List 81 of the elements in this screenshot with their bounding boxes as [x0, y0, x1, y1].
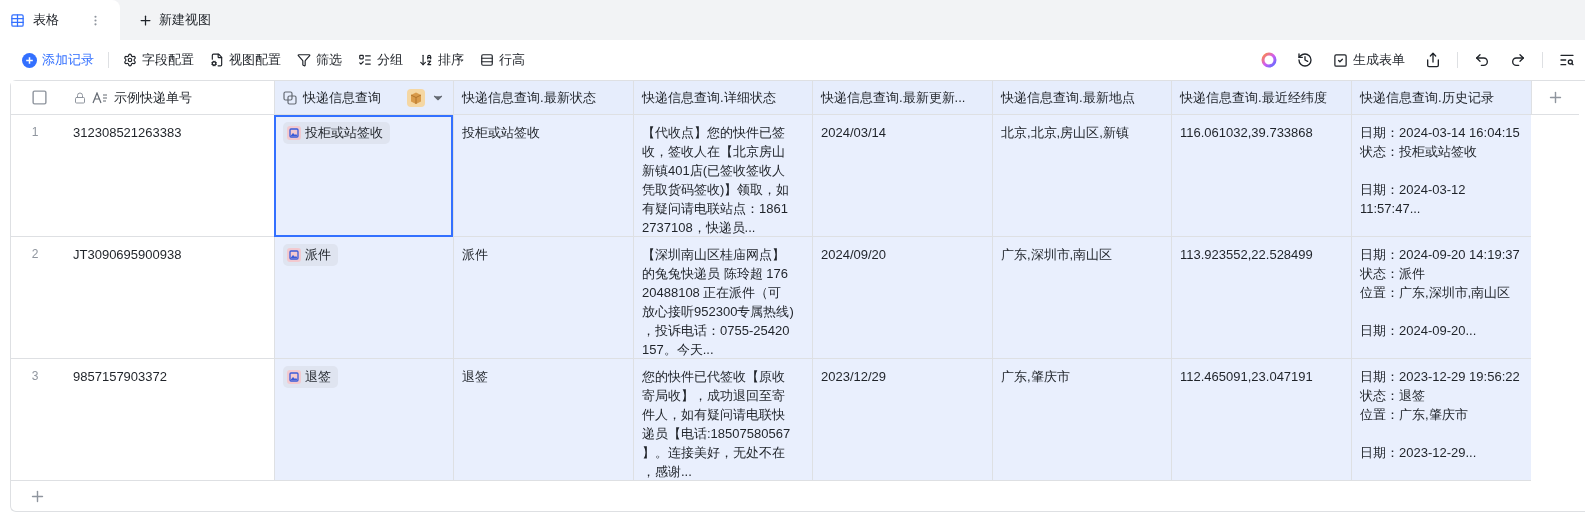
image-icon — [287, 248, 301, 262]
table-cell-text: 【代收点】您的快件已签收，签收人在【北京房山新镇401店(已签收签收人凭取货码签收)】领取，如有疑问请电联站点：18612737108，快递员... — [642, 124, 791, 236]
table-cell[interactable]: 投柜或站签收 — [274, 115, 453, 237]
column-header: 快递信息查询.最新状态 — [462, 88, 596, 107]
redo-icon — [1510, 52, 1526, 68]
column-header: 快递信息查询.最新更新... — [821, 88, 966, 107]
table-cell[interactable]: 退签 — [274, 359, 453, 481]
table-cell: 112.465091,23.047191 — [1180, 369, 1313, 384]
sort-icon — [419, 53, 433, 67]
image-icon — [287, 370, 301, 384]
table-cell: 116.061032,39.733868 — [1180, 125, 1313, 140]
add-column-icon[interactable] — [1547, 89, 1564, 106]
status-tag: 派件 — [283, 244, 338, 266]
toolbar-button[interactable]: 字段配置 — [115, 46, 202, 74]
list-icon — [358, 53, 372, 67]
toolbar-button[interactable]: 生成表单 — [1323, 46, 1415, 74]
lookup-icon — [283, 90, 297, 105]
lock-icon — [74, 91, 86, 104]
table-cell-text: 312308521263383 — [73, 124, 182, 142]
history-line: 日期：2024-09-20... — [1360, 322, 1478, 340]
history-line: 位置：广东,深圳市,南山区 — [1360, 284, 1512, 302]
table-cell: 投柜或站签收 — [462, 125, 540, 140]
table-cell-text: 【深圳南山区桂庙网点】的兔兔快递员 陈玲超 17620488108 正在派件（可放心接听952300专属热线)，投诉电话：0755-25420157。今天... — [642, 246, 794, 358]
toolbar-button[interactable]: 分组 — [350, 46, 411, 74]
column-header: 快递信息查询.最近经纬度 — [1180, 88, 1327, 107]
row-number: 3 — [30, 368, 40, 385]
table-cell: 113.923552,22.528499 — [1180, 247, 1313, 262]
history-line: 状态：退签 — [1360, 387, 1426, 405]
table-cell: 广东,深圳市,南山区 — [1001, 247, 1113, 262]
checkbox[interactable] — [31, 89, 48, 106]
search-icon — [1559, 52, 1575, 68]
filter-icon — [297, 53, 311, 67]
table-icon — [10, 12, 25, 28]
plus-circle-icon — [22, 52, 37, 68]
toolbar-button[interactable]: 添加记录 — [14, 46, 102, 74]
settings-icon — [123, 53, 137, 67]
toolbar-button[interactable]: 行高 — [472, 46, 533, 74]
table-cell: 2023/12/29 — [821, 369, 887, 384]
history-line: 日期：2024-03-14 16:04:15 — [1360, 124, 1521, 142]
column-header: 快递信息查询.历史记录 — [1360, 88, 1494, 107]
table-cell-text: 您的快件已代签收【原收寄局收】，成功退回至寄件人，如有疑问请电联快递员【电话:18507580567】。连接美好，无处不在，感谢... — [642, 368, 792, 480]
table-cell: 2024/03/14 — [821, 125, 887, 140]
new-view-button[interactable]: 新建视图 — [138, 0, 211, 40]
row-height-icon — [480, 53, 494, 67]
column-header: 快递信息查询 — [303, 88, 381, 107]
toolbar-button[interactable]: 视图配置 — [202, 46, 289, 74]
package-icon — [407, 88, 425, 107]
status-tag: 退签 — [283, 366, 338, 388]
history-line: 日期：2023-12-29 19:56:22 — [1360, 368, 1521, 386]
undo-icon — [1474, 52, 1490, 68]
table-cell-text: JT3090695900938 — [73, 246, 182, 264]
ring-icon — [1261, 52, 1277, 68]
text-field-icon — [92, 91, 108, 104]
table-cell-text: 9857157903372 — [73, 368, 167, 386]
history-line: 日期：2023-12-29... — [1360, 444, 1478, 462]
table-cell: 退签 — [462, 369, 488, 384]
status-tag: 投柜或站签收 — [283, 122, 390, 144]
plus-icon — [138, 12, 153, 28]
document-gear-icon — [210, 53, 224, 67]
table-cell: 广东,肇庆市 — [1001, 369, 1070, 384]
column-header: 示例快递单号 — [114, 88, 192, 107]
view-tab[interactable]: 表格 — [0, 0, 120, 40]
share-icon — [1425, 52, 1441, 68]
column-header: 快递信息查询.详细状态 — [642, 88, 776, 107]
image-icon — [287, 126, 301, 140]
clock-icon — [1297, 52, 1313, 68]
toolbar-button[interactable]: 筛选 — [289, 46, 350, 74]
row-number: 1 — [30, 124, 40, 141]
row-number: 2 — [30, 246, 40, 263]
table-cell: 派件 — [462, 247, 488, 262]
history-line: 位置：广东,肇庆市 — [1360, 406, 1469, 424]
history-line: 状态：投柜或站签收 — [1360, 143, 1478, 161]
checkbox-icon — [1333, 52, 1348, 68]
table-cell: 2024/09/20 — [821, 247, 887, 262]
history-line: 日期：2024-09-20 14:19:37 — [1360, 246, 1521, 264]
history-line: 日期：2024-03-12 11:57:47... — [1360, 181, 1467, 218]
history-line: 状态：派件 — [1360, 265, 1426, 283]
table-cell: 北京,北京,房山区,新镇 — [1001, 125, 1129, 140]
column-header: 快递信息查询.最新地点 — [1001, 88, 1135, 107]
toolbar-button[interactable]: 排序 — [411, 46, 472, 74]
table-cell[interactable]: 派件 — [274, 237, 453, 359]
